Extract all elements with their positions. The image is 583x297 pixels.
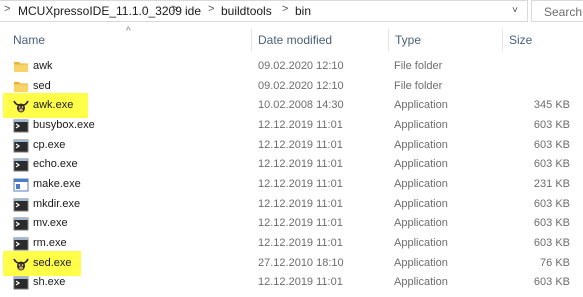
date-modified: 09.02.2020 12:10 bbox=[258, 80, 344, 92]
file-row[interactable]: echo.exe 12.12.2019 11:01 Application 603 K… bbox=[0, 155, 583, 175]
date-modified: 12.12.2019 11:01 bbox=[258, 158, 343, 170]
file-type: File folder bbox=[394, 60, 443, 72]
file-name: sh.exe bbox=[33, 276, 66, 288]
file-size: 345 KB bbox=[533, 99, 570, 111]
breadcrumb-mcuxpresso[interactable]: MCUXpressoIDE_11.1.0_3209 bbox=[18, 4, 182, 18]
file-name: awk bbox=[33, 60, 53, 72]
file-size: 603 KB bbox=[533, 217, 570, 229]
console-app-icon bbox=[13, 216, 29, 232]
file-type: Application bbox=[394, 119, 448, 131]
file-row[interactable]: sed.exe 27.12.2010 18:10 Application 76 KB bbox=[0, 254, 583, 274]
file-row[interactable]: sed 09.02.2020 12:10 File folder bbox=[0, 77, 583, 97]
file-size: 603 KB bbox=[533, 198, 570, 210]
file-row[interactable]: mkdir.exe 12.12.2019 11:01 Application 603 … bbox=[0, 195, 583, 215]
date-modified: 12.12.2019 11:01 bbox=[258, 119, 343, 131]
sort-ascending-icon: ^ bbox=[126, 26, 131, 37]
file-size: 603 KB bbox=[533, 276, 570, 288]
breadcrumb-separator[interactable]: > bbox=[172, 3, 178, 15]
console-app-icon bbox=[13, 275, 29, 291]
breadcrumb-separator[interactable]: > bbox=[4, 3, 10, 15]
file-name: echo.exe bbox=[33, 158, 78, 170]
file-row[interactable]: busybox.exe 12.12.2019 11:01 Application 60… bbox=[0, 116, 583, 136]
folder-icon bbox=[13, 59, 29, 75]
file-name: sed bbox=[33, 80, 51, 92]
folder-icon bbox=[13, 79, 29, 95]
column-header-name[interactable]: Name bbox=[13, 33, 45, 47]
file-name: make.exe bbox=[33, 178, 81, 190]
file-type: File folder bbox=[394, 80, 443, 92]
date-modified: 12.12.2019 11:01 bbox=[258, 276, 343, 288]
file-type: Application bbox=[394, 139, 448, 151]
console-app-icon bbox=[13, 197, 29, 213]
console-app-icon bbox=[13, 138, 29, 154]
file-type: Application bbox=[394, 178, 448, 190]
console-app-icon bbox=[13, 236, 29, 252]
address-dropdown-icon[interactable]: ˅ bbox=[504, 0, 526, 21]
column-header-type[interactable]: Type bbox=[395, 33, 421, 47]
file-type: Application bbox=[394, 217, 448, 229]
date-modified: 27.12.2010 18:10 bbox=[258, 257, 344, 269]
file-row[interactable]: make.exe 12.12.2019 11:01 Application 231 K… bbox=[0, 175, 583, 195]
file-type: Application bbox=[394, 198, 448, 210]
file-name: mkdir.exe bbox=[33, 198, 81, 210]
file-size: 603 KB bbox=[533, 237, 570, 249]
console-app-icon bbox=[13, 157, 29, 173]
file-name: sed.exe bbox=[33, 257, 72, 269]
file-name: cp.exe bbox=[33, 139, 66, 151]
file-type: Application bbox=[394, 99, 448, 111]
column-divider[interactable] bbox=[251, 29, 252, 51]
column-header-date[interactable]: Date modified bbox=[258, 33, 332, 47]
date-modified: 12.12.2019 11:01 bbox=[258, 178, 343, 190]
file-name: awk.exe bbox=[33, 99, 74, 111]
file-row[interactable]: cp.exe 12.12.2019 11:01 Application 603 KB bbox=[0, 136, 583, 156]
window-app-icon bbox=[13, 177, 29, 193]
date-modified: 12.12.2019 11:01 bbox=[258, 237, 343, 249]
file-size: 76 KB bbox=[540, 257, 570, 269]
column-divider[interactable] bbox=[388, 29, 389, 51]
file-type: Application bbox=[394, 257, 448, 269]
gnu-app-icon bbox=[13, 256, 29, 272]
file-row[interactable]: awk 09.02.2020 12:10 File folder bbox=[0, 57, 583, 77]
file-name: busybox.exe bbox=[33, 119, 95, 131]
search-placeholder: Search bbox=[544, 5, 583, 19]
file-row[interactable]: mv.exe 12.12.2019 11:01 Application 603 KB bbox=[0, 214, 583, 234]
date-modified: 09.02.2020 12:10 bbox=[258, 60, 344, 72]
file-size: 603 KB bbox=[533, 139, 570, 151]
address-bar: > MCUXpressoIDE_11.1.0_3209 > ide > buil… bbox=[0, 0, 583, 23]
file-size: 603 KB bbox=[533, 119, 570, 131]
gnu-app-icon bbox=[13, 98, 29, 114]
file-type: Application bbox=[394, 276, 448, 288]
file-type: Application bbox=[394, 158, 448, 170]
file-size: 231 KB bbox=[533, 178, 570, 190]
file-size: 603 KB bbox=[533, 158, 570, 170]
column-header-size[interactable]: Size bbox=[509, 33, 532, 47]
breadcrumb-separator[interactable]: > bbox=[282, 3, 288, 15]
console-app-icon bbox=[13, 118, 29, 134]
date-modified: 12.12.2019 11:01 bbox=[258, 139, 343, 151]
file-type: Application bbox=[394, 237, 448, 249]
file-row[interactable]: sh.exe 12.12.2019 11:01 Application 603 KB bbox=[0, 273, 583, 293]
file-row[interactable]: awk.exe 10.02.2008 14:30 Application 345 KB bbox=[0, 96, 583, 116]
breadcrumb-separator[interactable]: > bbox=[208, 3, 214, 15]
date-modified: 10.02.2008 14:30 bbox=[258, 99, 344, 111]
file-name: rm.exe bbox=[33, 237, 67, 249]
column-divider[interactable] bbox=[502, 29, 503, 51]
column-header-row: ^ Name Date modified Type Size bbox=[0, 26, 583, 51]
date-modified: 12.12.2019 11:01 bbox=[258, 217, 343, 229]
breadcrumb-bin[interactable]: bin bbox=[295, 4, 311, 18]
date-modified: 12.12.2019 11:01 bbox=[258, 198, 343, 210]
file-name: mv.exe bbox=[33, 217, 68, 229]
breadcrumb-buildtools[interactable]: buildtools bbox=[221, 4, 272, 18]
search-input[interactable]: Search bbox=[531, 0, 583, 22]
file-row[interactable]: rm.exe 12.12.2019 11:01 Application 603 KB bbox=[0, 234, 583, 254]
breadcrumb-ide[interactable]: ide bbox=[185, 4, 201, 18]
